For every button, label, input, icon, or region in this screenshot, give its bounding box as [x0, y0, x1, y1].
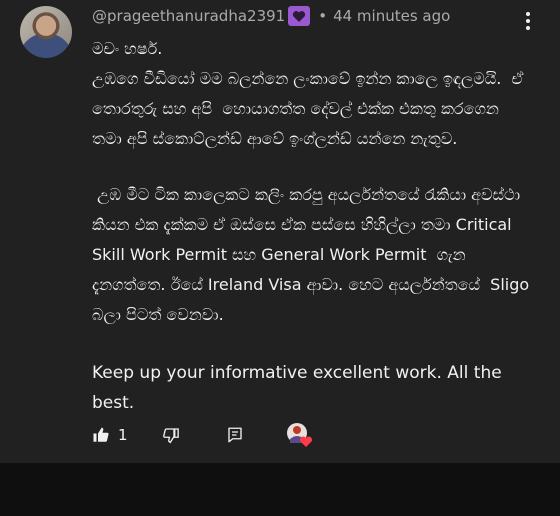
reply-button[interactable] — [226, 426, 244, 444]
thumb-up-icon — [93, 427, 109, 442]
avatar[interactable] — [20, 6, 72, 58]
bottom-bar — [0, 463, 560, 516]
dislike-button[interactable] — [162, 426, 180, 444]
author-name[interactable]: @prageethanuradha2391 — [92, 7, 285, 25]
comment-actions: 1 — [92, 422, 314, 448]
creator-heart-icon — [286, 422, 314, 448]
comment-paragraph: උඹ මීට ටික කාලෙකට කලිං කරපු අයර්ලන්තයේ ර… — [92, 185, 535, 324]
like-button[interactable]: 1 — [92, 426, 128, 444]
comment-body: මචං හර්ෂ. උඹගෙ වීඩියෝ මම බලන්නෙ ලංකාවේ ඉ… — [92, 34, 532, 418]
reply-icon — [227, 427, 242, 443]
member-heart-badge-icon — [288, 6, 311, 26]
comment-paragraph: Keep up your informative excellent work.… — [92, 363, 508, 413]
timestamp[interactable]: 44 minutes ago — [333, 7, 450, 25]
separator-dot: • — [318, 7, 328, 25]
more-vert-icon[interactable] — [518, 10, 538, 32]
comment-card: @prageethanuradha2391 • 44 minutes ago ම… — [0, 0, 560, 463]
thumb-down-icon — [162, 428, 179, 444]
comment-paragraph: මචං හර්ෂ. උඹගෙ වීඩියෝ මම බලන්නෙ ලංකාවේ ඉ… — [92, 39, 524, 148]
comment-header: @prageethanuradha2391 • 44 minutes ago — [92, 5, 450, 27]
like-count: 1 — [118, 426, 128, 444]
